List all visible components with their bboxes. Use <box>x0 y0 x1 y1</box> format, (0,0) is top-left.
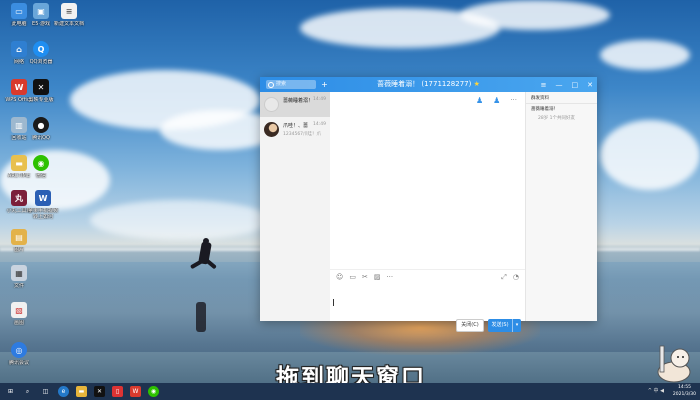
screenshot-icon[interactable]: ✂ <box>362 273 368 281</box>
desktop-icon-qq-browser[interactable]: Q QQ浏览器 <box>23 41 59 65</box>
meeting-icon: ◎ <box>11 342 27 358</box>
desktop-icon-apple-video-doc[interactable]: W 苹果手机视频 转上如何 <box>23 190 63 220</box>
picture-folder-icon: ▤ <box>11 229 27 245</box>
close-button[interactable]: ✕ <box>587 81 593 89</box>
file-explorer-icon[interactable]: ▬ <box>76 386 87 397</box>
search-icon[interactable]: ⌕ <box>22 386 33 397</box>
game-folder-icon: ▣ <box>33 3 49 19</box>
wechat-icon[interactable]: ◉ <box>148 386 159 397</box>
minimize-button[interactable]: — <box>556 81 563 89</box>
conversation-item[interactable]: 爪哇！、蔷 14:49 1234567爪哇！爪 <box>260 117 330 142</box>
cartoon-sticker-icon <box>657 345 691 383</box>
phone-link-icon[interactable]: ▯ <box>112 386 123 397</box>
close-chat-button[interactable]: 关闭(C) <box>456 319 484 332</box>
more-options-button[interactable]: ··· <box>510 96 517 105</box>
vip-star-icon: ★ <box>473 80 480 88</box>
avatar <box>264 97 279 112</box>
desktop-icon-paint[interactable]: ▧ 画图 <box>1 302 37 326</box>
word-doc-icon: W <box>35 190 51 206</box>
desktop-icon-qq[interactable]: ● 腾讯QQ <box>23 117 59 141</box>
send-button-label: 发送(S) <box>491 322 509 328</box>
gif-icon[interactable]: ▭ <box>349 273 356 281</box>
tab-profile[interactable]: 群发资料 <box>531 95 549 101</box>
taskbar-clock[interactable]: 14:55 2021/3/30 <box>673 384 696 398</box>
doc-folder-icon: ▦ <box>11 265 27 281</box>
divider <box>330 269 525 270</box>
add-contact-icon[interactable]: ♟ <box>476 96 483 105</box>
more-tools-icon[interactable]: ··· <box>386 273 393 281</box>
window-controls: ≡ — □ ✕ <box>541 77 593 92</box>
system-tray[interactable]: ^ 中 ◀ <box>648 387 664 394</box>
desktop-icon-new-text[interactable]: ≡ 新建文本文档 <box>51 3 87 27</box>
chat-header-tools: ♟ ♟ ··· <box>476 96 517 105</box>
menu-button[interactable]: ≡ <box>541 81 547 89</box>
taskbar: ⊞ ⌕ ◫ e ▬ ✕ ▯ W ◉ ^ 中 ◀ 14:55 2021/3/30 <box>0 383 700 400</box>
qq-browser-icon: Q <box>33 41 49 57</box>
qq-penguin-icon: ● <box>33 117 49 133</box>
profile-name: 蔷薇睡着溺！ <box>531 107 558 112</box>
desktop-icon-wechat[interactable]: ◉ 微信 <box>23 155 59 179</box>
maximize-button[interactable]: □ <box>572 81 579 89</box>
conversation-item[interactable]: 蔷薇睡着溺！ 14:49 <box>260 92 330 117</box>
qq-chat-window: 搜索 + 蔷薇睡着溺！ (1771128277) ★ ≡ — □ ✕ 蔷薇睡着溺… <box>260 77 597 332</box>
send-button[interactable]: 发送(S) ▾ <box>488 319 521 332</box>
divider <box>526 103 597 104</box>
add-group-icon[interactable]: ♟ <box>493 96 500 105</box>
wechat-icon: ◉ <box>33 155 49 171</box>
wps-icon[interactable]: W <box>130 386 141 397</box>
capcut-icon: ✕ <box>33 79 49 95</box>
input-toolbar-right: ⤢ ◔ <box>501 273 519 282</box>
desktop-icon-meeting[interactable]: ◎ 腾讯会议 <box>1 342 37 366</box>
avatar <box>264 122 279 137</box>
desktop-icon-files[interactable]: ▦ 文件 <box>1 265 37 289</box>
conversation-list: 蔷薇睡着溺！ 14:49 爪哇！、蔷 14:49 1234567爪哇！爪 <box>260 92 331 321</box>
window-titlebar[interactable]: 搜索 + 蔷薇睡着溺！ (1771128277) ★ ≡ — □ ✕ <box>260 77 597 92</box>
input-toolbar: ☺ ▭ ✂ ▨ ··· <box>336 273 393 281</box>
history-icon[interactable]: ◔ <box>513 273 519 282</box>
emoji-icon[interactable]: ☺ <box>336 273 343 281</box>
desktop-icon-pictures[interactable]: ▤ 图片 <box>1 229 37 253</box>
start-button[interactable]: ⊞ <box>5 386 16 397</box>
expand-icon[interactable]: ⤢ <box>501 273 507 282</box>
edge-icon[interactable]: e <box>58 386 69 397</box>
chevron-down-icon[interactable]: ▾ <box>512 319 521 332</box>
message-input-caret[interactable] <box>333 299 334 306</box>
text-file-icon: ≡ <box>61 3 77 19</box>
profile-info: 28岁 1个共同好友 <box>538 116 576 121</box>
image-icon[interactable]: ▨ <box>374 273 381 281</box>
desktop-icon-capcut[interactable]: ✕ 剪映专业版 <box>23 79 59 103</box>
task-view-icon[interactable]: ◫ <box>40 386 51 397</box>
chat-panel: ♟ ♟ ··· ➚ ☺ ▭ ✂ ▨ ··· ⤢ ◔ 关闭(C) 发送(S)▾ <box>330 92 559 332</box>
paint-doc-icon: ▧ <box>11 302 27 318</box>
capcut-icon[interactable]: ✕ <box>94 386 105 397</box>
contact-info-panel: 群发资料 蔷薇睡着溺！ 28岁 1个共同好友 <box>525 92 597 321</box>
